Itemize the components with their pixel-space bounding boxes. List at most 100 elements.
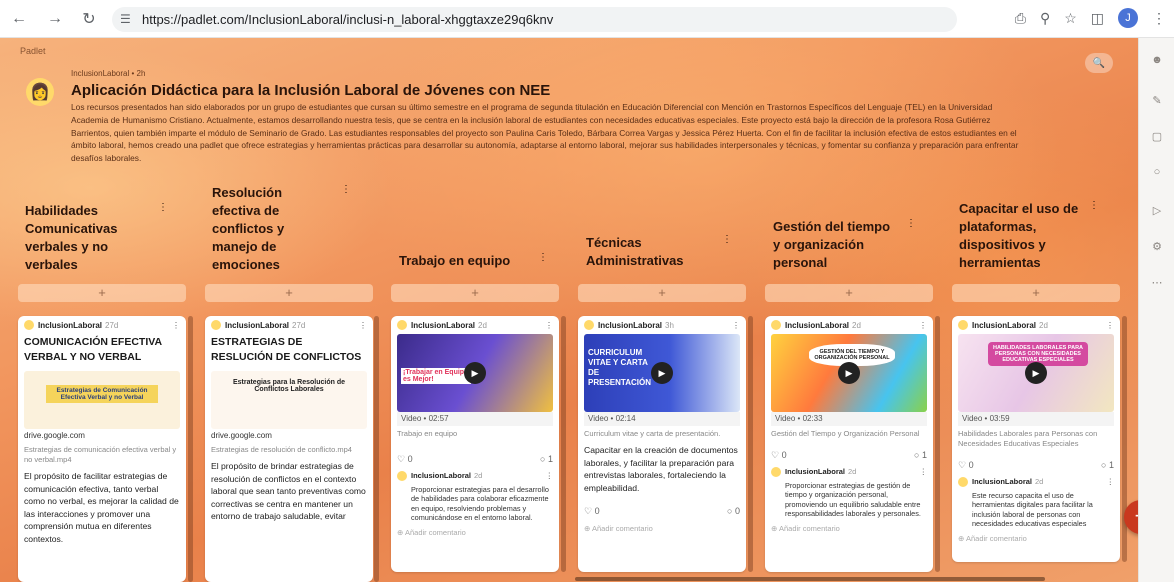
- post-time: 2d: [1039, 320, 1048, 330]
- post-card[interactable]: InclusionLaboral 3h ⋮ CURRICULUM VITAE Y C…: [578, 316, 746, 572]
- video-duration: Video • 02:57: [397, 412, 553, 426]
- play-icon[interactable]: ▶: [1025, 362, 1047, 384]
- post-menu-icon[interactable]: ⋮: [359, 321, 367, 330]
- post-card[interactable]: InclusionLaboral 2d ⋮ HABILIDADES LABORALE…: [952, 316, 1120, 562]
- column-heading: Capacitar el uso de plataformas, disposi…: [959, 201, 1079, 270]
- extensions-icon[interactable]: ◫: [1091, 10, 1104, 27]
- post-menu-icon[interactable]: ⋮: [1106, 321, 1114, 330]
- column-scrollbar[interactable]: [748, 316, 753, 572]
- add-comment-input[interactable]: ⊕ Añadir comentario: [391, 525, 559, 540]
- more-icon[interactable]: ⋯: [1150, 276, 1164, 290]
- pencil-icon[interactable]: ✎: [1150, 94, 1164, 108]
- post-card[interactable]: InclusionLaboral 2d ⋮ GESTIÓN DEL TIEMPO Y…: [765, 316, 933, 572]
- play-icon[interactable]: ▶: [464, 362, 486, 384]
- column-scrollbar[interactable]: [935, 316, 940, 572]
- post-menu-icon[interactable]: ⋮: [732, 321, 740, 330]
- like-icon[interactable]: ♡ 0: [584, 506, 600, 517]
- post-time: 27d: [105, 320, 119, 330]
- padlet-logo[interactable]: Padlet: [20, 46, 46, 56]
- profile-avatar[interactable]: J: [1118, 8, 1138, 28]
- board-meta: InclusionLaboral • 2h: [71, 69, 146, 78]
- comment-icon[interactable]: ○ 1: [1101, 460, 1114, 471]
- post-menu-icon[interactable]: ⋮: [919, 321, 927, 330]
- video-thumbnail[interactable]: HABILIDADES LABORALES PARA PERSONAS CON …: [958, 334, 1114, 412]
- add-post-button[interactable]: +: [391, 284, 559, 302]
- column-menu-icon[interactable]: ⋮: [906, 218, 916, 229]
- site-info-icon[interactable]: ☰: [120, 12, 131, 26]
- column-scrollbar[interactable]: [374, 316, 379, 582]
- like-icon[interactable]: ♡ 0: [958, 460, 974, 471]
- post-menu-icon[interactable]: ⋮: [172, 321, 180, 330]
- add-comment-input[interactable]: ⊕ Añadir comentario: [578, 521, 746, 536]
- comment-icon[interactable]: ○ 1: [540, 454, 553, 465]
- add-post-button[interactable]: +: [205, 284, 373, 302]
- link-domain[interactable]: drive.google.com: [24, 429, 180, 442]
- column-menu-icon[interactable]: ⋮: [538, 252, 548, 263]
- padlet-board: Padlet 🔍 👩 InclusionLaboral • 2h Aplicac…: [0, 38, 1138, 582]
- author-avatar: [397, 471, 407, 481]
- column-menu-icon[interactable]: ⋮: [158, 202, 168, 213]
- add-comment-input[interactable]: ⊕ Añadir comentario: [952, 531, 1120, 546]
- post-card[interactable]: InclusionLaboral 27d ⋮ ESTRATEGIAS DE RESL…: [205, 316, 373, 582]
- add-comment-input[interactable]: ⊕ Añadir comentario: [765, 521, 933, 536]
- add-post-button[interactable]: +: [952, 284, 1120, 302]
- column-menu-icon[interactable]: ⋮: [1089, 200, 1099, 211]
- search-icon[interactable]: 🔍: [1085, 53, 1113, 73]
- play-icon[interactable]: ▶: [651, 362, 673, 384]
- play-icon[interactable]: ▶: [838, 362, 860, 384]
- column-scrollbar[interactable]: [188, 316, 193, 582]
- post-body: Capacitar en la creación de documentos l…: [584, 445, 738, 493]
- chat-icon[interactable]: ▢: [1150, 130, 1164, 144]
- post-author: InclusionLaboral: [972, 320, 1037, 330]
- play-slideshow-icon[interactable]: ▷: [1150, 204, 1164, 218]
- bookmark-star-icon[interactable]: ☆: [1064, 10, 1077, 27]
- forward-icon[interactable]: →: [44, 8, 66, 30]
- browser-toolbar: ← → ↻ ☰ https://padlet.com/InclusionLabo…: [0, 0, 1174, 38]
- zoom-icon[interactable]: ⚲: [1040, 10, 1050, 27]
- comment-author: InclusionLaboral: [972, 477, 1033, 486]
- add-post-button[interactable]: +: [578, 284, 746, 302]
- address-bar[interactable]: ☰ https://padlet.com/InclusionLaboral/in…: [112, 7, 957, 32]
- post-thumbnail[interactable]: Estrategias de Comunicación Efectiva Ver…: [24, 371, 180, 429]
- comment-count: 1: [921, 450, 927, 460]
- like-icon[interactable]: ♡ 0: [771, 450, 787, 461]
- owner-avatar[interactable]: 👩: [26, 78, 54, 106]
- video-duration: Video • 02:14: [584, 412, 740, 426]
- post-card[interactable]: InclusionLaboral 27d ⋮ COMUNICACIÓN EFECTI…: [18, 316, 186, 582]
- video-thumbnail[interactable]: ¡Trabajar en Equipo es Mejor! ▶: [397, 334, 553, 412]
- thumbnail-text: ¡Trabajar en Equipo es Mejor!: [401, 368, 471, 384]
- comment-count: 1: [1108, 460, 1114, 470]
- comment: InclusionLaboral 2d ⋮: [391, 469, 559, 483]
- comment-text: Proporcionar estrategias para el desarro…: [411, 485, 549, 523]
- post-menu-icon[interactable]: ⋮: [545, 321, 553, 330]
- comment-menu-icon[interactable]: ⋮: [1107, 477, 1115, 487]
- browser-menu-icon[interactable]: ⋮: [1152, 10, 1166, 27]
- bell-icon[interactable]: ○: [1150, 166, 1164, 180]
- video-thumbnail[interactable]: GESTIÓN DEL TIEMPO Y ORGANIZACIÓN PERSON…: [771, 334, 927, 412]
- reload-icon[interactable]: ↻: [78, 8, 100, 30]
- post-card[interactable]: InclusionLaboral 2d ⋮ ¡Trabajar en Equipo …: [391, 316, 559, 572]
- column-scrollbar[interactable]: [561, 316, 566, 572]
- comment-icon[interactable]: ○ 0: [727, 506, 740, 517]
- gear-icon[interactable]: ⚙: [1150, 240, 1164, 254]
- add-post-button[interactable]: +: [18, 284, 186, 302]
- comment-menu-icon[interactable]: ⋮: [920, 467, 928, 477]
- video-thumbnail[interactable]: CURRICULUM VITAE Y CARTA DE PRESENTACIÓN…: [584, 334, 740, 412]
- comment-icon[interactable]: ○ 1: [914, 450, 927, 461]
- like-icon[interactable]: ♡ 0: [397, 454, 413, 465]
- post-caption: Habilidades Laborales para Personas con …: [958, 429, 1098, 448]
- post-thumbnail[interactable]: Estrategias para la Resolución de Confli…: [211, 371, 367, 429]
- column-menu-icon[interactable]: ⋮: [722, 234, 732, 245]
- post-author: InclusionLaboral: [225, 320, 290, 330]
- author-avatar: [958, 477, 968, 487]
- user-avatar-icon[interactable]: ☻: [1150, 54, 1164, 68]
- comment-author: InclusionLaboral: [411, 471, 472, 480]
- comment: InclusionLaboral 2d ⋮: [952, 475, 1120, 489]
- back-icon[interactable]: ←: [8, 8, 30, 30]
- column-menu-icon[interactable]: ⋮: [341, 184, 351, 195]
- horizontal-scrollbar[interactable]: [575, 577, 1045, 581]
- comment-menu-icon[interactable]: ⋮: [546, 471, 554, 481]
- install-app-icon[interactable]: ⎙: [1015, 10, 1026, 27]
- link-domain[interactable]: drive.google.com: [211, 429, 367, 442]
- add-post-button[interactable]: +: [765, 284, 933, 302]
